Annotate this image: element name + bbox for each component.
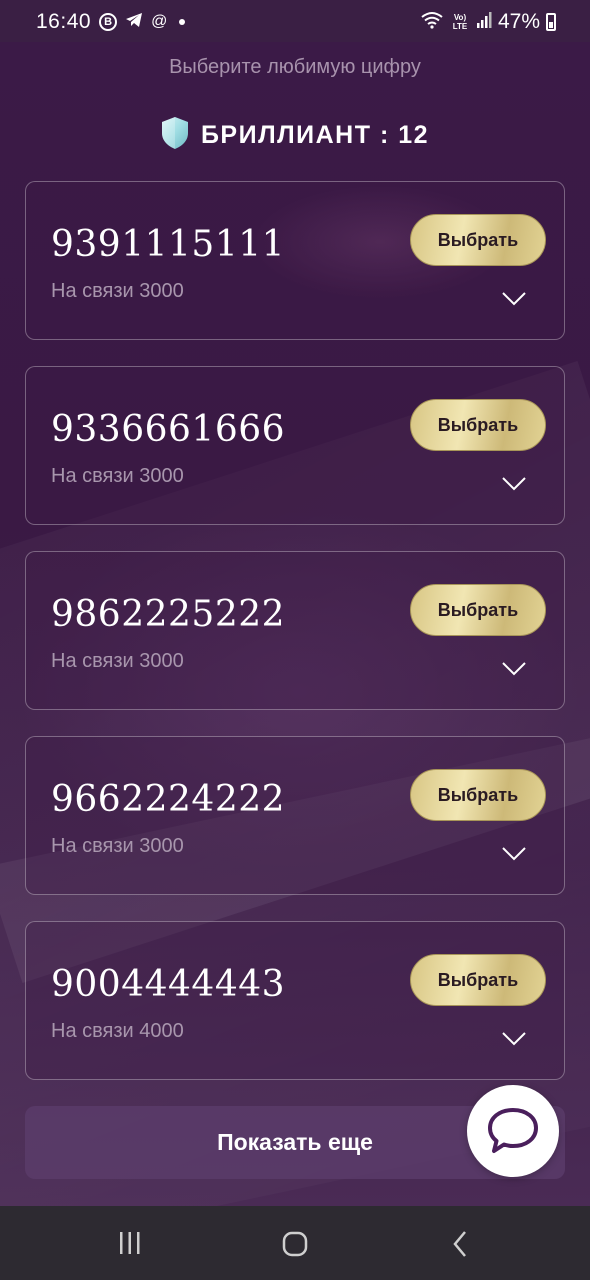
chevron-down-icon[interactable]	[502, 292, 526, 306]
wifi-icon	[420, 11, 444, 34]
number-card[interactable]: 9004444443 На связи 4000 Выбрать	[25, 921, 565, 1080]
chevron-down-icon[interactable]	[502, 1032, 526, 1046]
vk-icon: В	[99, 13, 118, 31]
phone-number: 9336661666	[51, 409, 286, 450]
at-icon: @	[151, 13, 168, 30]
signal-icon	[476, 11, 492, 34]
shield-icon	[161, 116, 189, 155]
battery-percent: 47%	[497, 10, 540, 33]
dot-icon	[179, 19, 186, 25]
choose-button[interactable]: Выбрать	[410, 954, 546, 1006]
phone-number: 9391115111	[51, 224, 286, 265]
chevron-down-icon[interactable]	[502, 662, 526, 676]
tier-header: БРИЛЛИАНТ : 12	[0, 116, 590, 155]
status-bar: 16:40 В @ Vo) LTE 47%	[0, 0, 590, 42]
number-plan: На связи 3000	[51, 835, 184, 857]
number-plan: На связи 4000	[51, 1020, 184, 1042]
network-label: Vo) LTE	[452, 13, 468, 31]
tier-title: БРИЛЛИАНТ : 12	[200, 121, 430, 149]
page-subtitle: Выберите любимую цифру	[169, 56, 421, 78]
phone-number: 9862225222	[51, 594, 286, 635]
chat-bubble-icon	[488, 1108, 538, 1153]
number-plan: На связи 3000	[51, 650, 184, 672]
recent-apps-icon[interactable]	[118, 1230, 142, 1256]
status-time: 16:40	[36, 10, 92, 33]
number-card[interactable]: 9862225222 На связи 3000 Выбрать	[25, 551, 565, 710]
choose-button[interactable]: Выбрать	[410, 769, 546, 821]
home-icon[interactable]	[281, 1230, 309, 1258]
chevron-down-icon[interactable]	[502, 847, 526, 861]
back-icon[interactable]	[451, 1230, 469, 1258]
telegram-icon	[125, 12, 143, 33]
choose-button[interactable]: Выбрать	[410, 214, 546, 266]
number-plan: На связи 3000	[51, 465, 184, 487]
phone-number: 9662224222	[51, 779, 286, 820]
choose-button[interactable]: Выбрать	[410, 399, 546, 451]
phone-number: 9004444443	[51, 964, 286, 1005]
choose-button[interactable]: Выбрать	[410, 584, 546, 636]
chevron-down-icon[interactable]	[502, 477, 526, 491]
number-card[interactable]: 9336661666 На связи 3000 Выбрать	[25, 366, 565, 525]
system-nav-bar	[0, 1206, 590, 1280]
battery-icon	[546, 13, 556, 31]
number-plan: На связи 3000	[51, 280, 184, 302]
chat-button[interactable]	[467, 1085, 559, 1177]
number-card[interactable]: 9662224222 На связи 3000 Выбрать	[25, 736, 565, 895]
number-card[interactable]: 9391115111 На связи 3000 Выбрать	[25, 181, 565, 340]
